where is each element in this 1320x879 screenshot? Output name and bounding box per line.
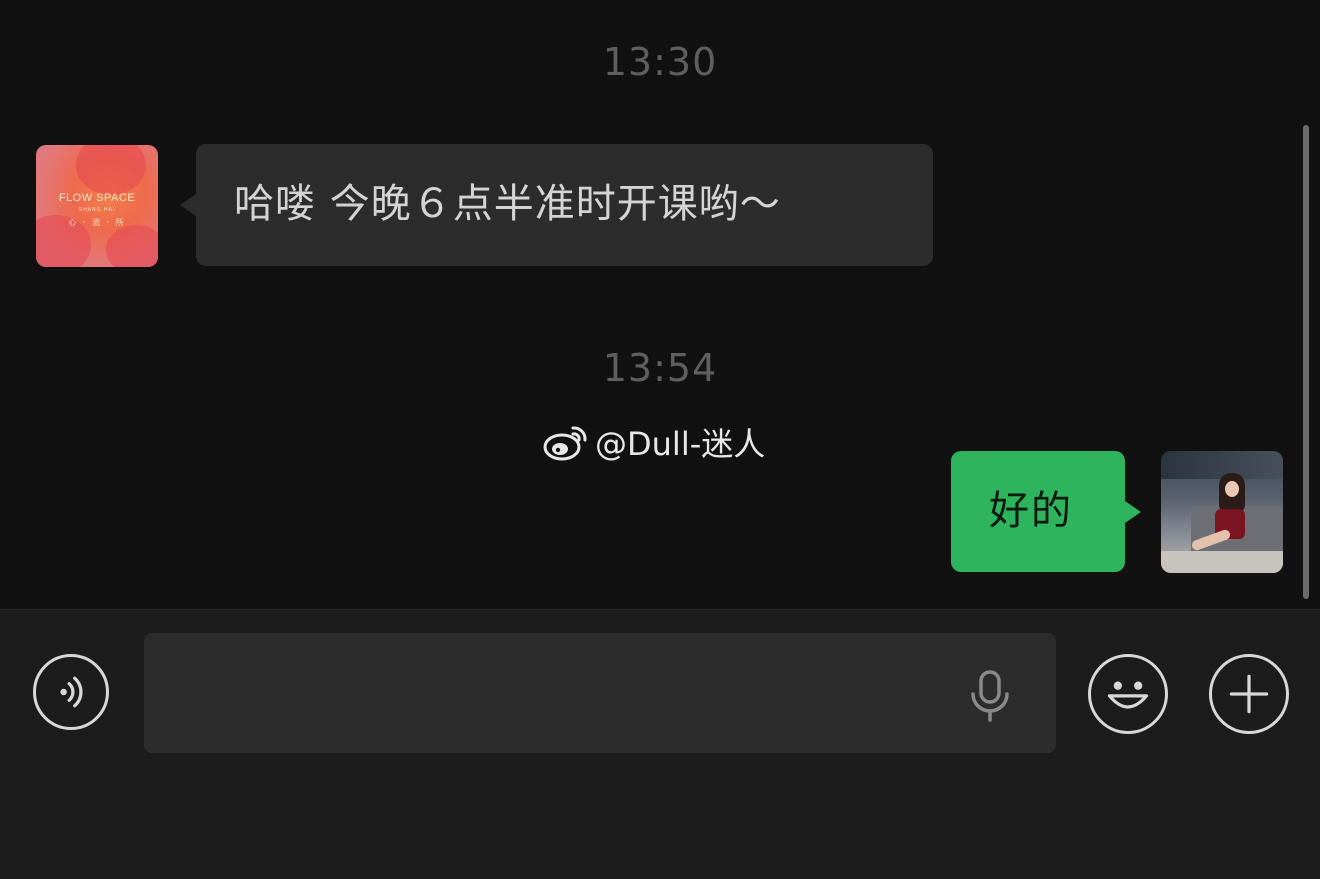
incoming-message-bubble[interactable]: 哈喽 今晚６点半准时开课哟～	[180, 144, 933, 266]
avatar-photo-face	[1225, 481, 1239, 497]
more-options-button[interactable]	[1209, 654, 1289, 734]
microphone-icon[interactable]	[966, 668, 1014, 724]
user-avatar[interactable]	[1161, 451, 1283, 573]
voice-icon	[60, 676, 83, 708]
avatar-logo-subtext: SHANG HAI	[78, 207, 116, 213]
outgoing-message-bubble[interactable]: 好的	[951, 451, 1141, 572]
timestamp: 13:54	[602, 346, 718, 390]
avatar-photo-floor	[1161, 551, 1283, 573]
timestamp: 13:30	[602, 40, 718, 84]
emoji-button[interactable]	[1088, 654, 1168, 734]
avatar-logo-cn: 心 · 流 · 所	[68, 218, 126, 227]
plus-icon	[1229, 674, 1269, 714]
message-text: 哈喽 今晚６点半准时开课哟～	[234, 181, 781, 227]
scrollbar[interactable]	[1303, 125, 1309, 599]
watermark-text: @Dull-迷人	[595, 425, 766, 463]
message-text: 好的	[989, 488, 1073, 534]
weibo-icon	[543, 426, 587, 461]
message-input[interactable]	[144, 633, 1056, 753]
chat-screen: 13:30 FLOW SPACE SHANG HAI 心 · 流 · 所 哈喽 …	[0, 0, 1320, 879]
avatar-photo-window	[1161, 451, 1283, 479]
avatar-logo-text: FLOW SPACE	[58, 192, 136, 204]
voice-toggle-button[interactable]	[33, 654, 109, 730]
watermark: @Dull-迷人	[543, 420, 765, 464]
emoji-icon	[1107, 681, 1149, 709]
message-list[interactable]: 13:30 FLOW SPACE SHANG HAI 心 · 流 · 所 哈喽 …	[0, 0, 1320, 609]
contact-avatar[interactable]: FLOW SPACE SHANG HAI 心 · 流 · 所	[36, 145, 158, 267]
avatar-petal	[106, 225, 158, 267]
avatar-petal	[76, 145, 146, 195]
input-bar	[0, 610, 1320, 879]
